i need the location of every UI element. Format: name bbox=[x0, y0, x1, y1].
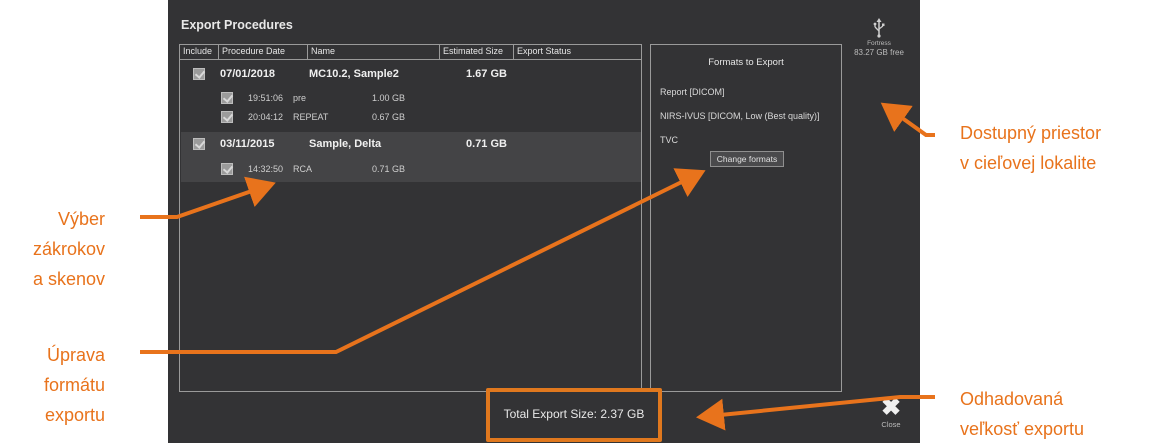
arrow-selection bbox=[140, 176, 276, 219]
annotation-arrows bbox=[140, 102, 935, 431]
arrow-space bbox=[880, 102, 935, 137]
arrow-estimated bbox=[696, 395, 935, 431]
